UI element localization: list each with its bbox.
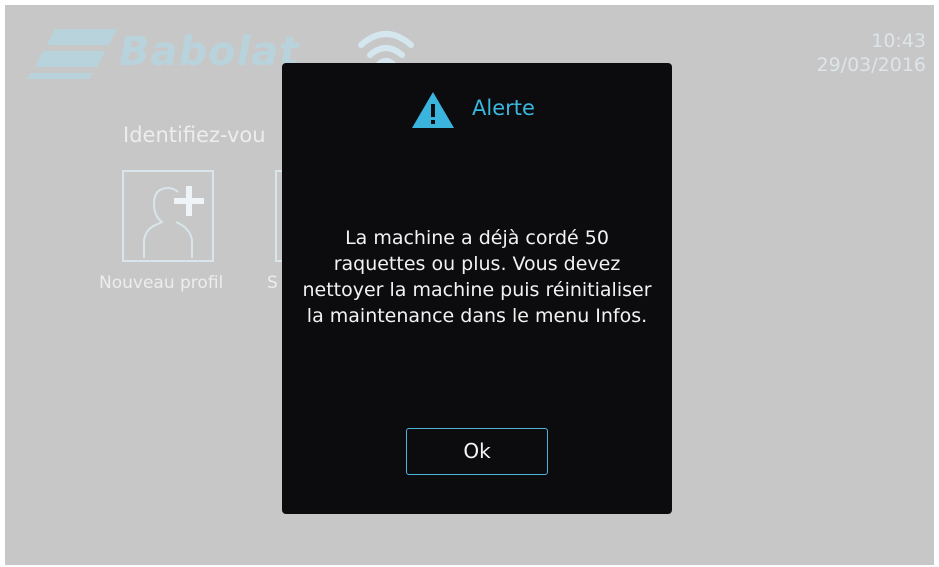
- alert-dialog: Alerte La machine a déjà cordé 50 raquet…: [282, 63, 672, 514]
- machine-screen: Babolat 10:43 29/03/2016 Identifiez-vou …: [5, 5, 934, 565]
- ok-button[interactable]: Ok: [406, 428, 548, 475]
- time: 10:43: [871, 30, 926, 52]
- date: 29/03/2016: [816, 54, 926, 76]
- add-user-icon: [143, 186, 204, 258]
- new-profile-tile[interactable]: [122, 170, 214, 262]
- brand-name: Babolat: [119, 29, 300, 75]
- dialog-title: Alerte: [472, 96, 535, 120]
- profile-label: S: [267, 273, 278, 293]
- warning-icon: [412, 92, 454, 128]
- dialog-message: La machine a déjà cordé 50 raquettes ou …: [302, 227, 652, 327]
- clock: 10:43 29/03/2016: [816, 29, 926, 77]
- dialog-header: Alerte: [282, 91, 672, 131]
- identify-prompt: Identifiez-vou: [123, 123, 266, 147]
- new-profile-label: Nouveau profil: [99, 273, 224, 293]
